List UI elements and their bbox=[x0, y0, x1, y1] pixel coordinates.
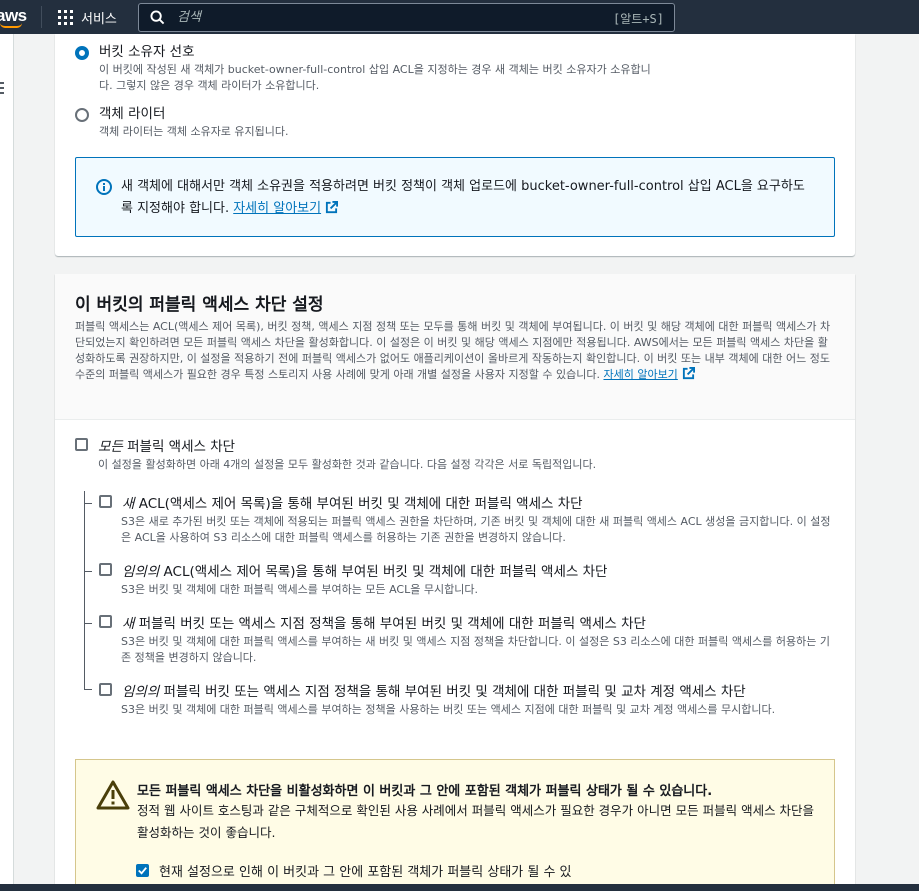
label-text: 퍼블릭 버킷 또는 액세스 지점 정책을 통해 부여된 버킷 및 객체에 대한 … bbox=[134, 616, 646, 632]
block-new-acl-option[interactable]: 새 ACL(액세스 제어 목록)을 통해 부여된 버킷 및 객체에 대한 퍼블릭… bbox=[99, 495, 583, 513]
external-link-icon[interactable] bbox=[325, 201, 339, 214]
radio-button-bucket-owner-preferred[interactable] bbox=[75, 46, 89, 60]
services-menu-button[interactable]: 서비스 bbox=[58, 8, 117, 27]
label-emphasis: 새 bbox=[122, 496, 135, 512]
search-shortcut-hint: [알트+S] bbox=[613, 12, 664, 26]
checkbox-label: 모든 퍼블릭 액세스 차단 bbox=[98, 438, 235, 456]
panel-description: 퍼블릭 액세스는 ACL(액세스 제어 목록), 버킷 정책, 액세스 지점 정… bbox=[75, 319, 835, 383]
checkmark-icon bbox=[138, 867, 147, 875]
panel-description-text: 퍼블릭 액세스는 ACL(액세스 제어 목록), 버킷 정책, 액세스 지점 정… bbox=[75, 320, 831, 381]
block-any-acl-checkbox[interactable] bbox=[99, 563, 112, 576]
checkbox-description: S3은 버킷 및 객체에 대한 퍼블릭 액세스를 부여하는 새 버킷 및 액세스… bbox=[121, 635, 830, 664]
checkbox-label: 임의의 ACL(액세스 제어 목록)을 통해 부여된 버킷 및 객체에 대한 퍼… bbox=[122, 563, 607, 581]
tree-connector-line bbox=[84, 491, 85, 689]
label-text: 퍼블릭 버킷 또는 액세스 지점 정책을 통해 부여된 버킷 및 객체에 대한 … bbox=[159, 684, 746, 700]
block-any-policy-option[interactable]: 임의의 퍼블릭 버킷 또는 액세스 지점 정책을 통해 부여된 버킷 및 객체에… bbox=[99, 683, 746, 701]
object-ownership-panel: 버킷 소유자 선호 이 버킷에 작성된 새 객체가 bucket-owner-f… bbox=[55, 34, 855, 256]
block-all-public-access-checkbox[interactable] bbox=[75, 438, 88, 451]
block-new-policy-checkbox[interactable] bbox=[99, 615, 112, 628]
label-text: ACL(액세스 제어 목록)을 통해 부여된 버킷 및 객체에 대한 퍼블릭 액… bbox=[134, 496, 583, 512]
warning-title: 모든 퍼블릭 액세스 차단을 비활성화하면 이 버킷과 그 안에 포함된 객체가… bbox=[137, 784, 713, 799]
warning-icon bbox=[96, 780, 130, 810]
tree-branch bbox=[84, 623, 92, 624]
checkbox-label: 새 퍼블릭 버킷 또는 액세스 지점 정책을 통해 부여된 버킷 및 객체에 대… bbox=[122, 615, 646, 633]
bottom-bar bbox=[0, 884, 919, 891]
info-icon bbox=[96, 179, 112, 195]
checkbox-description: S3은 새로 추가된 버킷 또는 객체에 적용되는 퍼블릭 액세스 권한을 차단… bbox=[121, 515, 831, 544]
search-input[interactable] bbox=[177, 10, 617, 25]
label-emphasis: 임의의 bbox=[122, 684, 160, 700]
info-alert: 새 객체에 대해서만 객체 소유권을 적용하려면 버킷 정책이 객체 업로드에 … bbox=[75, 157, 835, 237]
top-navigation-bar: aws 서비스 [알트+S] bbox=[0, 0, 919, 34]
left-rail bbox=[0, 34, 14, 891]
info-alert-text: 새 객체에 대해서만 객체 소유권을 적용하려면 버킷 정책이 객체 업로드에 … bbox=[121, 176, 811, 220]
external-link-icon[interactable] bbox=[682, 367, 695, 380]
checkbox-description: S3은 버킷 및 객체에 대한 퍼블릭 액세스를 부여하는 모든 ACL을 무시… bbox=[121, 583, 478, 596]
radio-option-object-writer[interactable]: 객체 라이터 객체 라이터는 객체 소유자로 유지됩니다. bbox=[75, 104, 659, 140]
block-any-policy-checkbox[interactable] bbox=[99, 683, 112, 696]
radio-description: 이 버킷에 작성된 새 객체가 bucket-owner-full-contro… bbox=[99, 63, 651, 92]
checkbox-label: 임의의 퍼블릭 버킷 또는 액세스 지점 정책을 통해 부여된 버킷 및 객체에… bbox=[122, 683, 746, 701]
label-text: 퍼블릭 액세스 차단 bbox=[122, 439, 236, 455]
checkbox-description: S3은 버킷 및 객체에 대한 퍼블릭 액세스를 부여하는 정책을 사용하는 버… bbox=[121, 703, 776, 716]
acknowledge-label: 현재 설정으로 인해 이 버킷과 그 안에 포함된 객체가 퍼블릭 상태가 될 … bbox=[159, 865, 572, 880]
label-emphasis: 모든 bbox=[98, 439, 123, 455]
radio-label: 객체 라이터 bbox=[99, 106, 166, 122]
radio-option-bucket-owner-preferred[interactable]: 버킷 소유자 선호 이 버킷에 작성된 새 객체가 bucket-owner-f… bbox=[75, 42, 659, 94]
learn-more-link[interactable]: 자세히 알아보기 bbox=[233, 201, 321, 216]
warning-body: 정적 웹 사이트 호스팅과 같은 구체적으로 확인된 사용 사례에서 퍼블릭 액… bbox=[137, 803, 815, 840]
checkbox-label: 새 ACL(액세스 제어 목록)을 통해 부여된 버킷 및 객체에 대한 퍼블릭… bbox=[122, 495, 583, 513]
block-public-access-panel: 이 버킷의 퍼블릭 액세스 차단 설정 퍼블릭 액세스는 ACL(액세스 제어 … bbox=[55, 274, 855, 891]
label-text: ACL(액세스 제어 목록)을 통해 부여된 버킷 및 객체에 대한 퍼블릭 액… bbox=[159, 564, 608, 580]
block-new-acl-checkbox[interactable] bbox=[99, 495, 112, 508]
label-emphasis: 임의의 bbox=[122, 564, 160, 580]
warning-alert: 모든 퍼블릭 액세스 차단을 비활성화하면 이 버킷과 그 안에 포함된 객체가… bbox=[75, 759, 835, 891]
radio-description: 객체 라이터는 객체 소유자로 유지됩니다. bbox=[99, 125, 289, 138]
acknowledge-option[interactable]: 현재 설정으로 인해 이 버킷과 그 안에 포함된 객체가 퍼블릭 상태가 될 … bbox=[136, 861, 572, 880]
block-new-policy-option[interactable]: 새 퍼블릭 버킷 또는 액세스 지점 정책을 통해 부여된 버킷 및 객체에 대… bbox=[99, 615, 646, 633]
checkbox-description: 이 설정을 활성화하면 아래 4개의 설정을 모두 활성화한 것과 같습니다. … bbox=[98, 458, 597, 471]
search-box[interactable]: [알트+S] bbox=[138, 3, 675, 32]
learn-more-link[interactable]: 자세히 알아보기 bbox=[603, 368, 677, 381]
label-emphasis: 새 bbox=[122, 616, 135, 632]
nav-divider bbox=[41, 6, 42, 28]
panel-header: 이 버킷의 퍼블릭 액세스 차단 설정 퍼블릭 액세스는 ACL(액세스 제어 … bbox=[55, 274, 855, 420]
grid-icon bbox=[58, 9, 73, 25]
block-any-acl-option[interactable]: 임의의 ACL(액세스 제어 목록)을 통해 부여된 버킷 및 객체에 대한 퍼… bbox=[99, 563, 607, 581]
hamburger-menu-icon[interactable] bbox=[0, 82, 4, 97]
tree-branch bbox=[84, 689, 92, 690]
search-icon bbox=[150, 10, 165, 25]
aws-logo-smile bbox=[0, 23, 22, 28]
acknowledge-checkbox[interactable] bbox=[136, 864, 149, 877]
info-alert-message: 새 객체에 대해서만 객체 소유권을 적용하려면 버킷 정책이 객체 업로드에 … bbox=[121, 179, 805, 216]
panel-title: 이 버킷의 퍼블릭 액세스 차단 설정 bbox=[75, 295, 324, 315]
tree-branch bbox=[84, 503, 92, 504]
services-label: 서비스 bbox=[81, 11, 117, 27]
block-all-public-access-option[interactable]: 모든 퍼블릭 액세스 차단 bbox=[75, 438, 235, 456]
radio-label: 버킷 소유자 선호 bbox=[99, 44, 195, 60]
radio-button-object-writer[interactable] bbox=[75, 108, 89, 122]
tree-branch bbox=[84, 571, 92, 572]
